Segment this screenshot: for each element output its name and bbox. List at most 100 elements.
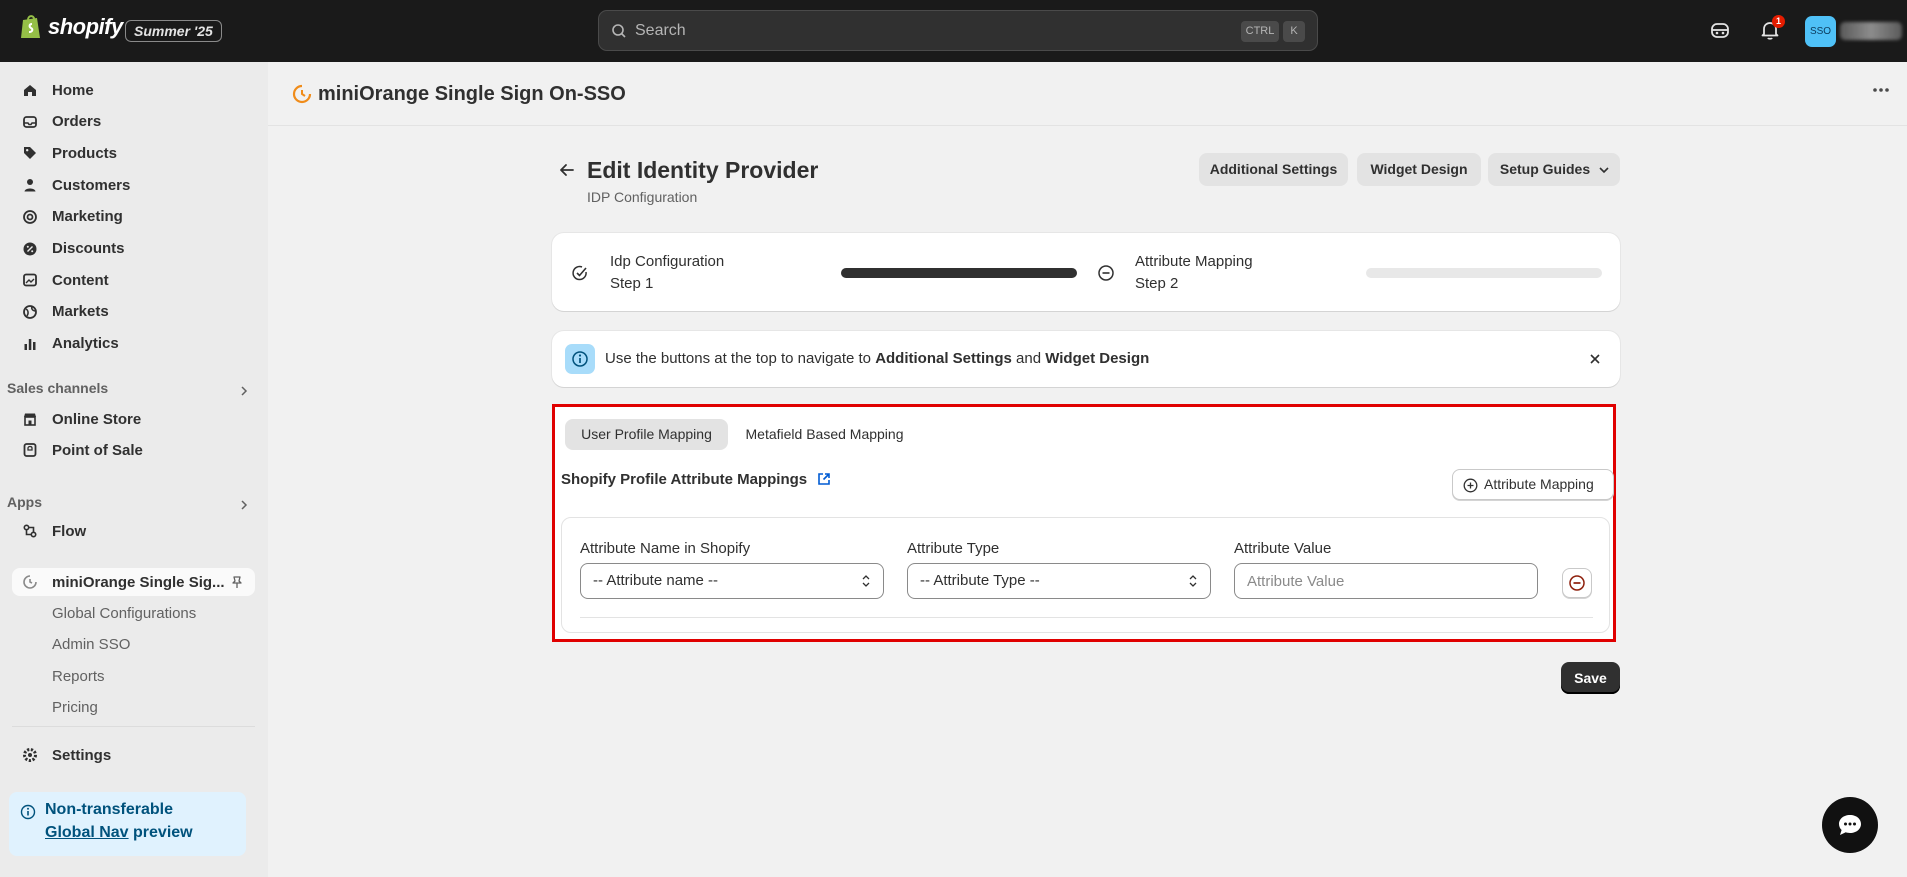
page-title: Edit Identity Provider [587, 157, 819, 183]
pos-icon [20, 440, 40, 460]
apps-title[interactable]: Apps [7, 494, 42, 510]
save-button[interactable]: Save [1561, 662, 1620, 694]
sidebar-item-products[interactable]: Products [12, 139, 255, 167]
banner-bold-additional-settings: Additional Settings [875, 350, 1012, 367]
banner-text: Use the buttons at the top to navigate t… [605, 350, 1149, 367]
pin-icon[interactable] [230, 575, 244, 589]
add-attribute-mapping-label: Attribute Mapping [1484, 476, 1594, 492]
page-subtitle: IDP Configuration [587, 189, 698, 205]
sidebar-subitem-pricing[interactable]: Pricing [12, 694, 255, 722]
sidebar-item-home[interactable]: Home [12, 76, 255, 104]
chat-support-button[interactable] [1822, 797, 1878, 853]
section-title: Shopify Profile Attribute Mappings [561, 471, 808, 488]
sidebar-subitem-label: Global Configurations [52, 604, 197, 622]
sidebar-item-orders[interactable]: Orders [12, 108, 255, 136]
sidebar-item-miniorange[interactable]: miniOrange Single Sig... [12, 568, 255, 596]
sidekick-icon[interactable] [1708, 18, 1732, 42]
setup-guides-button[interactable]: Setup Guides [1488, 153, 1620, 186]
search-bar[interactable]: Search CTRL K [598, 10, 1318, 51]
sidebar-subitem-label: Admin SSO [52, 636, 131, 653]
attribute-value-label: Attribute Value [1234, 540, 1332, 557]
shortcut-k-key: K [1283, 21, 1305, 42]
sidebar-item-label: Discounts [52, 240, 125, 257]
sidebar-item-label: Content [52, 271, 109, 289]
step-1-label: Step 1 [610, 275, 654, 292]
info-icon [565, 344, 595, 374]
sidebar-item-analytics[interactable]: Analytics [12, 330, 255, 358]
sidebar-item-label: Home [52, 81, 94, 99]
search-placeholder: Search [635, 22, 686, 39]
sidebar-item-markets[interactable]: Markets [12, 298, 255, 326]
sidebar-item-label: Flow [52, 522, 87, 540]
chart-icon [20, 334, 40, 354]
step-2-label: Step 2 [1135, 275, 1179, 292]
preview-rest: preview [128, 824, 193, 841]
close-icon[interactable] [1589, 353, 1601, 365]
flow-icon [20, 521, 40, 541]
avatar[interactable]: SSO [1805, 16, 1836, 47]
sidebar-item-label: miniOrange Single Sig... [52, 573, 225, 591]
plus-circle-icon [1463, 478, 1478, 493]
chevron-right-icon[interactable] [238, 385, 250, 397]
edition-badge[interactable]: Summer '25 [125, 20, 222, 42]
discount-icon [20, 239, 40, 259]
orders-icon [20, 112, 40, 132]
widget-design-button[interactable]: Widget Design [1357, 153, 1481, 186]
attribute-value-input[interactable] [1234, 563, 1538, 599]
tab-metafield-based-mapping[interactable]: Metafield Based Mapping [736, 419, 913, 450]
remove-mapping-button[interactable] [1562, 568, 1592, 598]
sidebar-item-customers[interactable]: Customers [12, 171, 255, 199]
back-arrow-icon[interactable] [555, 158, 579, 182]
sidebar-subitem-reports[interactable]: Reports [12, 662, 255, 690]
home-icon [20, 80, 40, 100]
external-link-icon[interactable] [817, 472, 831, 486]
sidebar-item-label: Customers [52, 176, 131, 194]
sidebar-subitem-global-configurations[interactable]: Global Configurations [12, 599, 255, 627]
app-title: miniOrange Single Sign On-SSO [318, 83, 626, 105]
mapping-row-card: Attribute Name in Shopify -- Attribute n… [561, 517, 1610, 633]
attribute-type-select[interactable]: -- Attribute Type -- [907, 563, 1211, 599]
sidebar-item-point-of-sale[interactable]: Point of Sale [12, 436, 255, 464]
global-nav-link[interactable]: Global Nav [45, 824, 129, 841]
step-1-title: Idp Configuration [610, 253, 725, 270]
attribute-name-select[interactable]: -- Attribute name -- [580, 563, 884, 599]
more-options-icon[interactable] [1872, 86, 1890, 94]
minus-circle-icon [1098, 265, 1114, 281]
preview-title: Non-transferable [45, 801, 174, 818]
miniorange-logo-icon [292, 84, 312, 104]
gear-icon [20, 745, 40, 765]
info-icon [20, 804, 36, 820]
banner-bold-widget-design: Widget Design [1045, 350, 1150, 367]
tab-user-profile-mapping[interactable]: User Profile Mapping [565, 419, 728, 450]
attribute-mapping-section: User Profile Mapping Metafield Based Map… [552, 404, 1616, 642]
sidebar-subitem-admin-sso[interactable]: Admin SSO [12, 631, 255, 659]
sidebar-item-online-store[interactable]: Online Store [12, 405, 255, 433]
chevron-down-icon [1599, 167, 1609, 174]
app-header: miniOrange Single Sign On-SSO [268, 62, 1907, 126]
store-icon [20, 409, 40, 429]
attribute-name-value: -- Attribute name -- [593, 572, 719, 589]
additional-settings-button[interactable]: Additional Settings [1199, 153, 1348, 186]
setup-guides-label: Setup Guides [1499, 161, 1591, 177]
sidebar-item-label: Analytics [52, 335, 119, 353]
sidebar-item-settings[interactable]: Settings [12, 741, 255, 769]
progress-steps-card: Idp Configuration Step 1 Attribute Mappi… [552, 233, 1620, 311]
sidebar-item-marketing[interactable]: Marketing [12, 203, 255, 231]
preview-text: Global Nav preview [45, 824, 193, 842]
sidebar-item-discounts[interactable]: Discounts [12, 235, 255, 263]
notification-badge: 1 [1772, 15, 1785, 28]
search-icon [612, 24, 626, 38]
sales-channels-title[interactable]: Sales channels [7, 380, 108, 396]
chevron-right-icon[interactable] [238, 499, 250, 511]
add-attribute-mapping-button[interactable]: Attribute Mapping [1452, 469, 1614, 500]
step-2-progress-track [1366, 268, 1602, 278]
minus-circle-icon [1569, 575, 1585, 591]
banner-text-middle: and [1011, 350, 1046, 367]
target-icon [20, 207, 40, 227]
shopify-logo[interactable]: shopify [20, 14, 123, 40]
sidebar-item-flow[interactable]: Flow [12, 517, 255, 545]
sidebar-item-content[interactable]: Content [12, 266, 255, 294]
store-name-blurred[interactable] [1840, 22, 1902, 40]
globe-icon [20, 302, 40, 322]
sidebar: Home Orders Products Customers Marketing Disc… [0, 62, 268, 877]
